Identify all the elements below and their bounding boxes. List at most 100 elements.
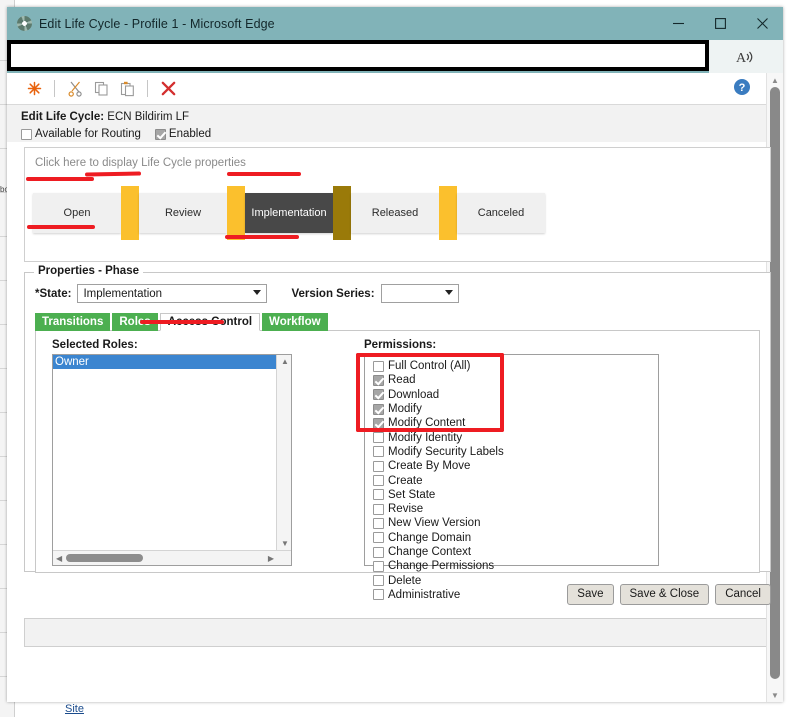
read-aloud-icon[interactable]: A [709,40,783,73]
permission-label-change-domain: Change Domain [388,531,472,544]
close-button[interactable] [741,7,783,40]
permission-label-create-by-move: Create By Move [388,460,471,473]
permission-row-new-view-version[interactable]: New View Version [373,516,658,530]
new-icon[interactable] [21,77,47,101]
version-series-select-wrap[interactable] [380,284,459,303]
permission-checkbox-full-control[interactable] [373,360,384,372]
permission-checkbox-create[interactable] [373,475,384,487]
permission-checkbox-set-state[interactable] [373,489,384,501]
role-item-owner[interactable]: Owner [53,355,291,369]
browser-window: Edit Life Cycle - Profile 1 - Microsoft … [7,7,783,702]
permission-checkbox-change-permissions[interactable] [373,560,384,572]
state-select-wrap[interactable]: Implementation [77,284,268,303]
enabled-checkbox-row[interactable]: Enabled [154,128,211,140]
phase-gate-4[interactable] [439,186,457,240]
page-scroll-thumb[interactable] [770,87,780,679]
footer-buttons: Save Save & Close Cancel [567,584,771,605]
permission-checkbox-new-view-version[interactable] [373,517,384,529]
access-control-panel: Selected Roles: Owner ▲ ▼ ◀ ▶ Permission… [35,330,760,601]
permission-checkbox-change-context[interactable] [373,546,384,558]
available-for-routing-checkbox[interactable] [21,128,32,140]
tab-transitions[interactable]: Transitions [35,313,111,331]
available-for-routing-checkbox-row[interactable]: Available for Routing [21,128,141,140]
cancel-button[interactable]: Cancel [715,584,771,605]
phase-canceled[interactable]: Canceled [457,193,545,233]
address-input[interactable] [11,44,705,67]
scroll-down-icon[interactable]: ▼ [767,688,783,702]
permission-row-change-permissions[interactable]: Change Permissions [373,559,658,573]
scroll-up-icon[interactable]: ▲ [767,73,783,87]
permission-checkbox-modify-security-labels[interactable] [373,446,384,458]
permission-row-change-domain[interactable]: Change Domain [373,531,658,545]
permission-label-modify-content: Modify Content [388,417,466,430]
permission-checkbox-modify-identity[interactable] [373,432,384,444]
site-link[interactable]: Site [65,703,84,715]
roles-scroll-left-icon[interactable]: ◀ [56,555,62,563]
permission-row-modify-content[interactable]: Modify Content [373,416,658,430]
tab-workflow[interactable]: Workflow [262,313,328,331]
minimize-button[interactable] [657,7,699,40]
selected-roles-column: Selected Roles: Owner ▲ ▼ ◀ ▶ [52,339,314,572]
phase-gate-1[interactable] [121,186,139,240]
permission-checkbox-change-domain[interactable] [373,532,384,544]
roles-vertical-scrollbar[interactable]: ▲ ▼ [276,355,291,551]
permission-label-download: Download [388,388,440,401]
roles-scroll-up-icon[interactable]: ▲ [281,358,289,366]
cut-icon[interactable] [62,77,88,101]
roles-scroll-right-icon[interactable]: ▶ [268,555,274,563]
permission-checkbox-read[interactable] [373,374,384,386]
permissions-listbox[interactable]: Full Control (All) Read Download Modify … [364,354,659,601]
permission-checkbox-create-by-move[interactable] [373,460,384,472]
tab-access-control[interactable]: Access Control [159,313,261,331]
permission-checkbox-download[interactable] [373,389,384,401]
enabled-checkbox[interactable] [154,128,166,140]
permission-label-modify: Modify [388,403,422,416]
address-bar[interactable] [7,40,709,71]
phase-implementation[interactable]: Implementation [245,193,333,233]
app-header: Edit Life Cycle: ECN Bildirim LF Availab… [7,105,783,142]
lifecycle-phase-strip: Open Review Implementation Released Canc… [33,186,545,240]
phase-gate-3[interactable] [333,186,351,240]
permission-checkbox-revise[interactable] [373,503,384,515]
version-series-select[interactable] [380,284,459,303]
paste-icon[interactable] [114,77,140,101]
copy-icon[interactable] [88,77,114,101]
save-button[interactable]: Save [567,584,614,605]
phase-review[interactable]: Review [139,193,227,233]
permission-row-set-state[interactable]: Set State [373,488,658,502]
title-bar: Edit Life Cycle - Profile 1 - Microsoft … [7,7,783,40]
roles-hscroll-thumb[interactable] [66,554,143,562]
roles-scroll-down-icon[interactable]: ▼ [281,540,289,548]
permission-row-create-by-move[interactable]: Create By Move [373,459,658,473]
delete-icon[interactable] [155,77,181,101]
phase-gate-2[interactable] [227,186,245,240]
permission-row-change-context[interactable]: Change Context [373,545,658,559]
annotation-implementation-top [227,172,301,176]
save-and-close-button[interactable]: Save & Close [619,584,710,605]
annotation-permissions-left [356,353,360,432]
selected-roles-listbox[interactable]: Owner ▲ ▼ ◀ ▶ [52,354,292,566]
role-item-owner-label: Owner [55,356,89,368]
permission-label-full-control: Full Control (All) [388,360,471,373]
help-icon[interactable]: ? [733,78,751,96]
lifecycle-diagram-panel[interactable]: Click here to display Life Cycle propert… [24,147,771,262]
permission-row-download[interactable]: Download [373,388,658,402]
permission-row-modify[interactable]: Modify [373,402,658,416]
permission-row-read[interactable]: Read [373,373,658,387]
roles-horizontal-scrollbar[interactable]: ◀ ▶ [53,550,291,565]
permission-row-full-control[interactable]: Full Control (All) [373,359,658,373]
permission-row-create[interactable]: Create [373,473,658,487]
maximize-button[interactable] [699,7,741,40]
permission-row-modify-identity[interactable]: Modify Identity [373,430,658,444]
permission-checkbox-modify-content[interactable] [373,417,384,429]
state-select[interactable]: Implementation [77,284,268,303]
tab-roles[interactable]: Roles [112,313,158,331]
page-title-prefix: Edit Life Cycle: [21,111,105,123]
lifecycle-properties-hint[interactable]: Click here to display Life Cycle propert… [35,157,246,169]
svg-text:?: ? [739,82,746,94]
permission-checkbox-modify[interactable] [373,403,384,415]
permission-row-revise[interactable]: Revise [373,502,658,516]
permission-row-modify-security-labels[interactable]: Modify Security Labels [373,445,658,459]
phase-open[interactable]: Open [33,193,121,233]
phase-released[interactable]: Released [351,193,439,233]
